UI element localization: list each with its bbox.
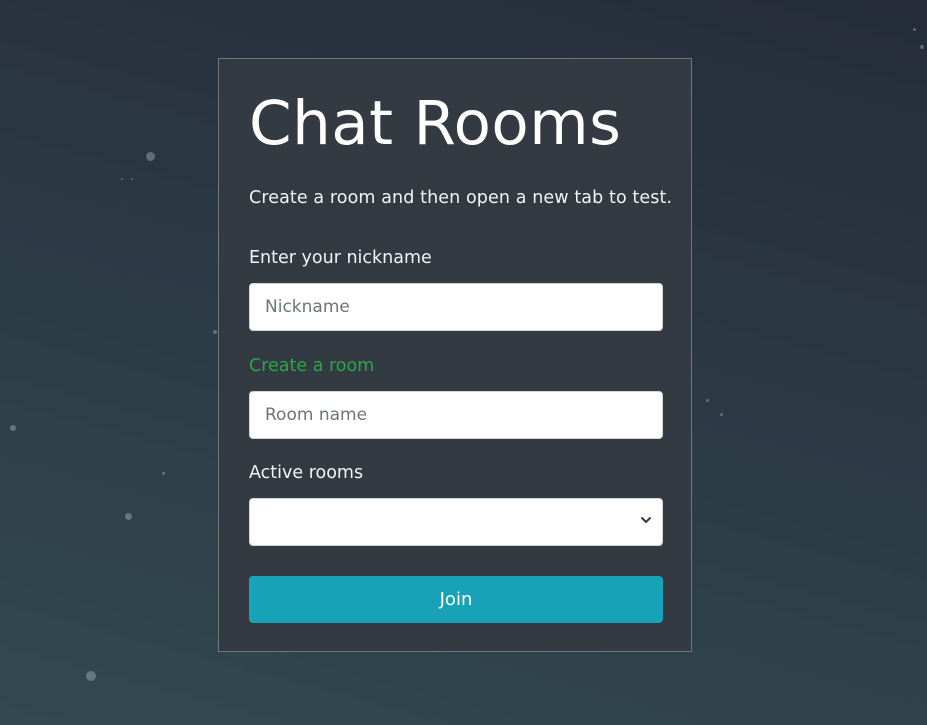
background-star xyxy=(706,399,709,402)
background-star xyxy=(125,513,132,520)
page-title: Chat Rooms xyxy=(249,88,622,159)
page-subtitle: Create a room and then open a new tab to… xyxy=(249,188,673,208)
nickname-input[interactable] xyxy=(249,283,663,331)
create-room-label: Create a room xyxy=(249,356,375,376)
active-rooms-label: Active rooms xyxy=(249,463,364,483)
background-star xyxy=(720,413,723,416)
background-star xyxy=(121,178,123,180)
background-star xyxy=(213,330,217,334)
background-star xyxy=(86,671,96,681)
background-star xyxy=(131,178,133,180)
nickname-label: Enter your nickname xyxy=(249,248,432,268)
chat-rooms-card: Chat Rooms Create a room and then open a… xyxy=(218,58,692,652)
background-star xyxy=(146,152,155,161)
background-star xyxy=(920,45,924,49)
chevron-down-icon xyxy=(641,517,651,523)
background-star xyxy=(10,425,16,431)
background-star xyxy=(913,28,916,31)
active-rooms-select[interactable] xyxy=(249,498,663,546)
join-button[interactable]: Join xyxy=(249,576,663,623)
room-name-input[interactable] xyxy=(249,391,663,439)
background-star xyxy=(162,472,165,475)
